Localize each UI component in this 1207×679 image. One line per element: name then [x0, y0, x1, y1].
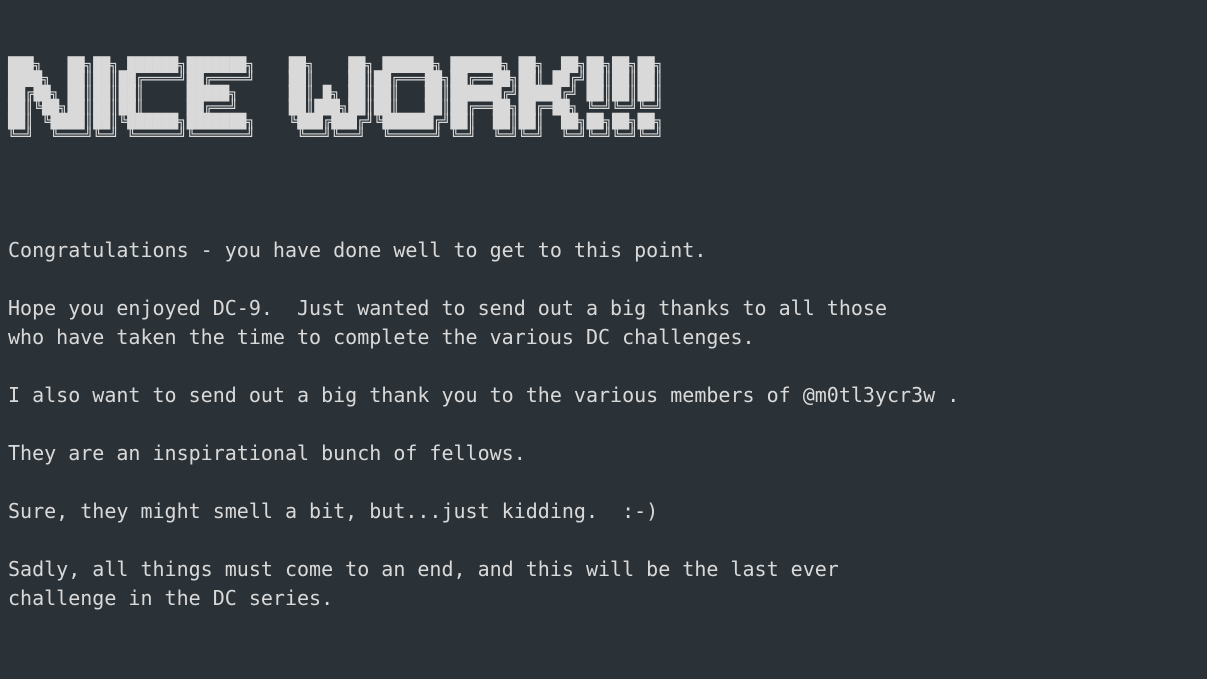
flag-message-text: Congratulations - you have done well to … [8, 207, 1199, 613]
terminal-output: ███╗ ██╗██╗ ██████╗███████╗ ██╗ ██╗ ████… [0, 0, 1207, 650]
ascii-banner-nice-work: ███╗ ██╗██╗ ██████╗███████╗ ██╗ ██╗ ████… [8, 58, 1207, 175]
